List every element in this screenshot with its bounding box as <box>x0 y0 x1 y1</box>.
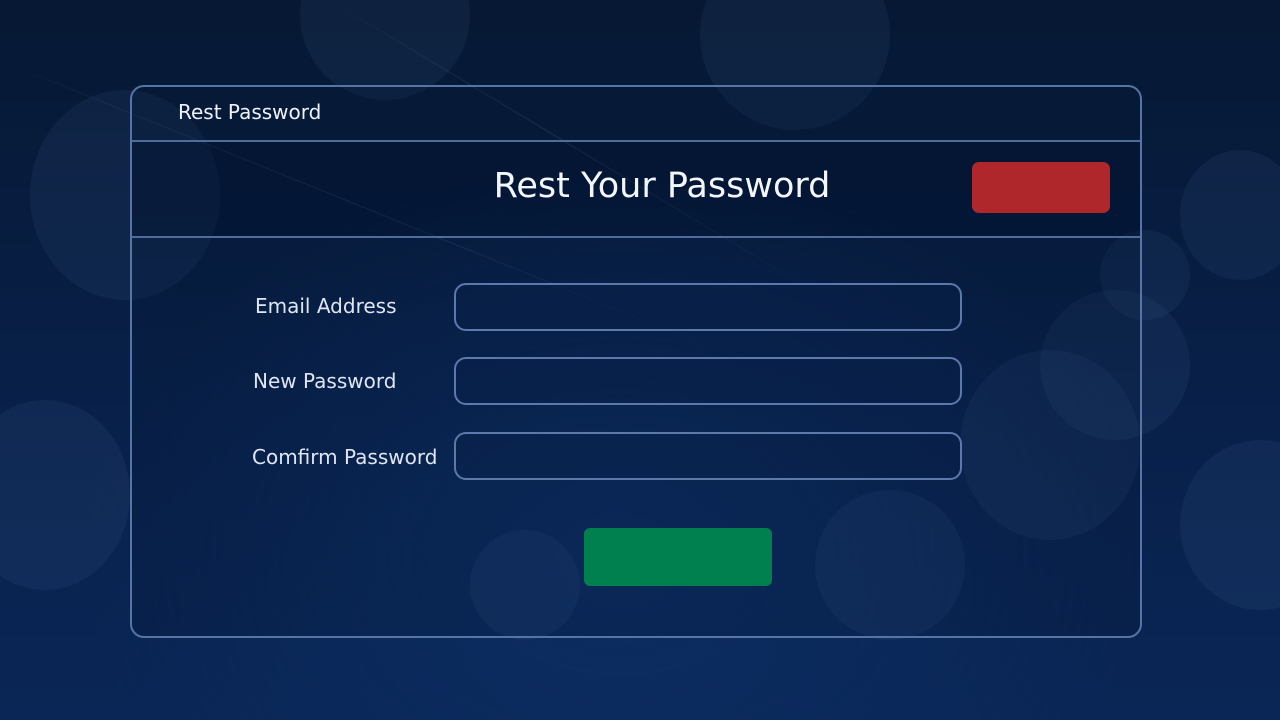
background-bokeh <box>0 400 130 590</box>
close-button[interactable] <box>972 162 1110 213</box>
email-label: Email Address <box>255 294 397 318</box>
email-field[interactable] <box>454 283 962 331</box>
submit-button[interactable] <box>584 528 772 586</box>
reset-password-window: Rest Password Rest Your Password Email A… <box>130 85 1142 638</box>
new-password-field[interactable] <box>454 357 962 405</box>
window-titlebar: Rest Password <box>132 87 1140 142</box>
window-title: Rest Password <box>178 100 322 124</box>
confirm-password-field[interactable] <box>454 432 962 480</box>
confirm-password-label: Comfirm Password <box>252 445 438 469</box>
new-password-label: New Password <box>253 369 397 393</box>
background-bokeh <box>1180 150 1280 280</box>
page-header: Rest Your Password <box>132 142 1140 238</box>
background-bokeh <box>1180 440 1280 610</box>
